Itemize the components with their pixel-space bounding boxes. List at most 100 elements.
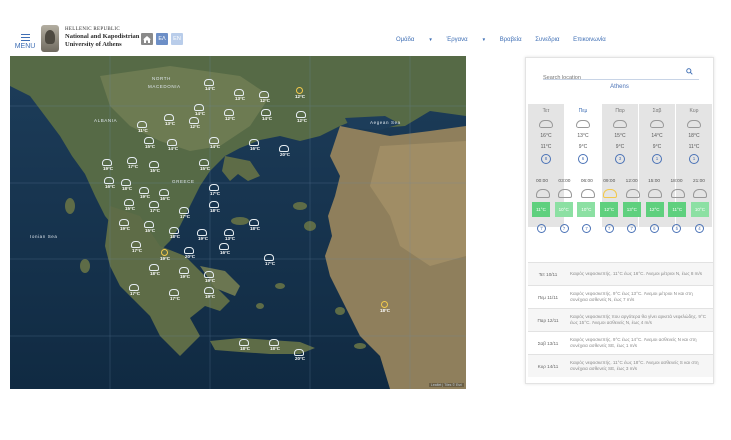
map-temp-marker[interactable]: 14°C [203,79,215,91]
map-temp-marker[interactable]: 15°C [123,199,135,211]
wind-icon: 3 [615,154,625,164]
map-temp-marker[interactable]: 15°C [143,137,155,149]
cloud-icon [667,188,687,198]
map-temp-marker[interactable]: 12°C [258,91,270,103]
map-temp-marker[interactable]: 17°C [126,157,138,169]
map-temp-marker[interactable]: 15°C [148,161,160,173]
forecast-day: Τετ 10/11 [538,271,558,277]
day-name: Τετ [542,108,550,114]
lang-el-button[interactable]: ΕΛ [156,33,168,45]
map-temp-marker[interactable]: 19°C [203,271,215,283]
weather-map[interactable]: NORTH MACEDONIA ALBANIA GREECE Aegean Se… [10,56,466,389]
map-temp-marker[interactable]: 20°C [293,349,305,361]
map-temp-marker[interactable]: 18°C [238,339,250,351]
wind-icon: 7 [537,224,546,233]
day-name: Κυρ [689,108,699,114]
forecast-day: Πεμ 11/11 [537,294,559,300]
map-temp-marker[interactable]: 17°C [208,184,220,196]
map-temp-marker[interactable]: 20°C [183,247,195,259]
map-temp-marker[interactable]: 11°C [137,121,148,133]
map-temp-marker[interactable]: 18°C [268,339,280,351]
map-temp-marker[interactable]: 16°C [103,177,115,189]
map-temp-marker[interactable]: 18°C [120,179,132,191]
wind-icon: 4 [694,224,704,233]
map-attribution[interactable]: Leaflet | Tiles © Esri [428,383,464,387]
map-temp-marker[interactable]: 16°C [158,189,170,201]
map-temp-marker[interactable]: 17°C [178,207,190,219]
nav-item-team[interactable]: Ομάδα ▼ [396,37,433,43]
map-temp-marker[interactable]: 18°C [168,227,180,239]
cloud-icon [539,120,553,128]
hour-time: 18:00 [670,179,683,184]
map-temp-marker[interactable]: 18°C [380,301,390,313]
map-temp-marker[interactable]: 19°C [160,249,170,261]
search-input[interactable] [543,73,678,81]
map-temp-marker[interactable]: 20°C [278,145,290,157]
cloud-icon [650,120,664,128]
wind-icon: 7 [559,224,569,233]
partly-sunny-icon [599,188,619,198]
hour-time: 06:00 [580,179,593,184]
map-temp-marker[interactable]: 14°C [260,109,272,121]
cloud-icon [554,188,574,198]
university-logo-text[interactable]: HELLENIC REPUBLIC National and Kapodistr… [65,27,139,48]
location-search [543,66,699,81]
nav-item-awards[interactable]: Βραβεία [500,37,522,43]
map-temp-marker[interactable]: 17°C [128,284,140,296]
nav-item-projects[interactable]: Έργανα ▼ [447,37,487,43]
map-temp-marker[interactable]: 18°C [208,201,220,213]
map-temp-marker[interactable]: 19°C [138,187,150,199]
map-temp-marker[interactable]: 19°C [178,267,190,279]
wind-icon: 7 [627,224,637,233]
map-temp-marker[interactable]: 19°C [203,287,215,299]
map-temp-marker[interactable]: 19°C [118,219,130,231]
hour-temp: 12°C [645,202,664,217]
caret-down-icon: ▼ [428,37,433,42]
forecast-row: Τετ 10/11 Καιρός νεφοσκεπής. 11°C έως 16… [528,262,713,285]
map-label-north: NORTH [152,76,171,81]
logo-line-1: HELLENIC REPUBLIC [65,27,120,32]
forecast-panel: Athens Τετ 16°C 11°C 8 Πεμ 13°C 9°C 6 Πα… [525,57,714,384]
map-temp-marker[interactable]: 19°C [101,159,113,171]
map-temp-marker[interactable]: 19°C [196,229,208,241]
map-temp-marker[interactable]: 18°C [248,219,260,231]
university-seal-logo[interactable] [41,25,59,52]
hour-time: 15:00 [648,179,661,184]
map-temp-marker[interactable]: 17°C [148,201,160,213]
map-temp-marker[interactable]: 16°C [248,139,260,151]
hour-icons-row [528,188,713,198]
map-temp-marker[interactable]: 13°C [233,89,245,101]
map-temp-marker[interactable]: 13°C [223,229,235,241]
map-temp-marker[interactable]: 14°C [193,104,205,116]
map-label-aegean: Aegean Sea [370,120,401,125]
menu-button[interactable]: MENU [12,32,38,50]
lang-en-button[interactable]: EN [171,33,183,45]
map-temp-marker[interactable]: 12°C [295,111,307,123]
map-temp-marker[interactable]: 15°C [143,221,155,233]
map-temp-marker[interactable]: 14°C [166,139,178,151]
map-temp-marker[interactable]: 12°C [188,117,200,129]
home-button[interactable] [141,33,153,45]
map-temp-marker[interactable]: 14°C [208,137,220,149]
day-name: Παρ [615,108,625,114]
map-temp-marker[interactable]: 17°C [263,254,275,266]
map-temp-marker[interactable]: 12°C [295,87,305,99]
map-temp-marker[interactable]: 16°C [218,243,230,255]
map-temp-marker[interactable]: 18°C [148,264,160,276]
map-temp-marker[interactable]: 17°C [168,289,180,301]
hour-temp: 10°C [577,202,596,217]
map-temp-marker[interactable]: 12°C [223,109,235,121]
hour-winds-row: 7 7 7 7 7 6 5 4 [528,224,713,233]
forecast-day: Σαβ 13/11 [537,340,559,346]
map-temp-marker[interactable]: 15°C [198,159,210,171]
day-temp-low: 9°C [578,144,588,150]
forecast-text: Καιρός νεφοσκεπής που αργότερα θα γίνει … [570,313,707,325]
day-temp-low: 11°C [540,144,552,150]
nav-item-contact[interactable]: Επικοινωνία [573,37,606,43]
nav-item-conferences[interactable]: Συνεδρια [535,37,559,43]
wind-icon: 8 [541,154,551,164]
map-temp-marker[interactable]: 13°C [163,114,175,126]
forecast-text: Καιρός νεφοσκεπής. 11°C έως 18°C. Άνεμοι… [570,359,699,371]
search-icon[interactable] [686,68,693,75]
map-temp-marker[interactable]: 17°C [130,241,142,253]
